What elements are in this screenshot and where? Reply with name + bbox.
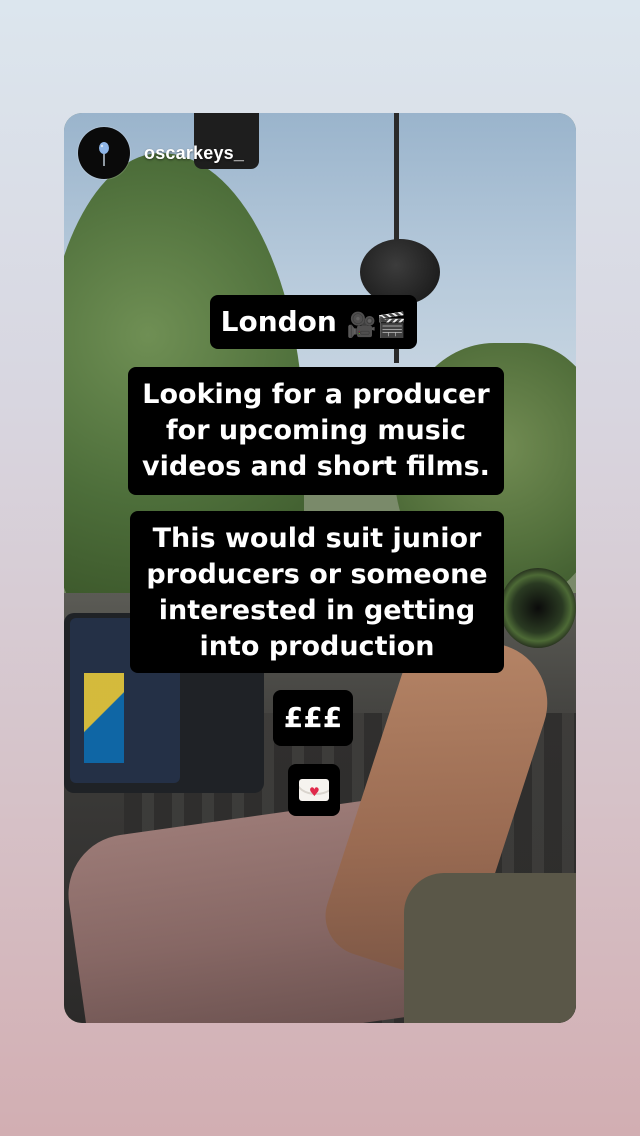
sticker-line: Looking for a producer [142, 379, 490, 410]
heart-icon: ♥ [309, 785, 320, 799]
camera-clapper-icon: 🎥🎬 [346, 311, 407, 339]
location-text: London [220, 305, 337, 338]
sticker-line: into production [199, 631, 435, 662]
sticker-line: for upcoming music [165, 415, 467, 446]
mail-sticker[interactable]: ♥ [288, 764, 340, 816]
sticker-line: producers or someone [146, 559, 488, 590]
username[interactable]: oscarkeys_ [144, 143, 244, 164]
price-sticker[interactable]: £££ [273, 690, 353, 746]
price-text: £££ [283, 701, 343, 734]
battery-graphic [84, 673, 124, 763]
avatar[interactable] [78, 127, 130, 179]
shirt [404, 873, 576, 1023]
sticker-line: This would suit junior [152, 523, 482, 554]
location-sticker[interactable]: London 🎥🎬 [210, 295, 417, 349]
story-header: oscarkeys_ [78, 127, 244, 179]
story-card[interactable]: oscarkeys_ London 🎥🎬 Looking for a produ… [64, 113, 576, 1023]
camera-lens [500, 568, 576, 648]
looking-for-producer-sticker[interactable]: Looking for a producer for upcoming musi… [128, 367, 504, 495]
sticker-line: videos and short films. [142, 451, 490, 482]
love-letter-icon: ♥ [299, 779, 329, 801]
suit-junior-producers-sticker[interactable]: This would suit junior producers or some… [130, 511, 504, 673]
sticker-line: interested in getting [158, 595, 476, 626]
balloon-icon [99, 142, 109, 166]
